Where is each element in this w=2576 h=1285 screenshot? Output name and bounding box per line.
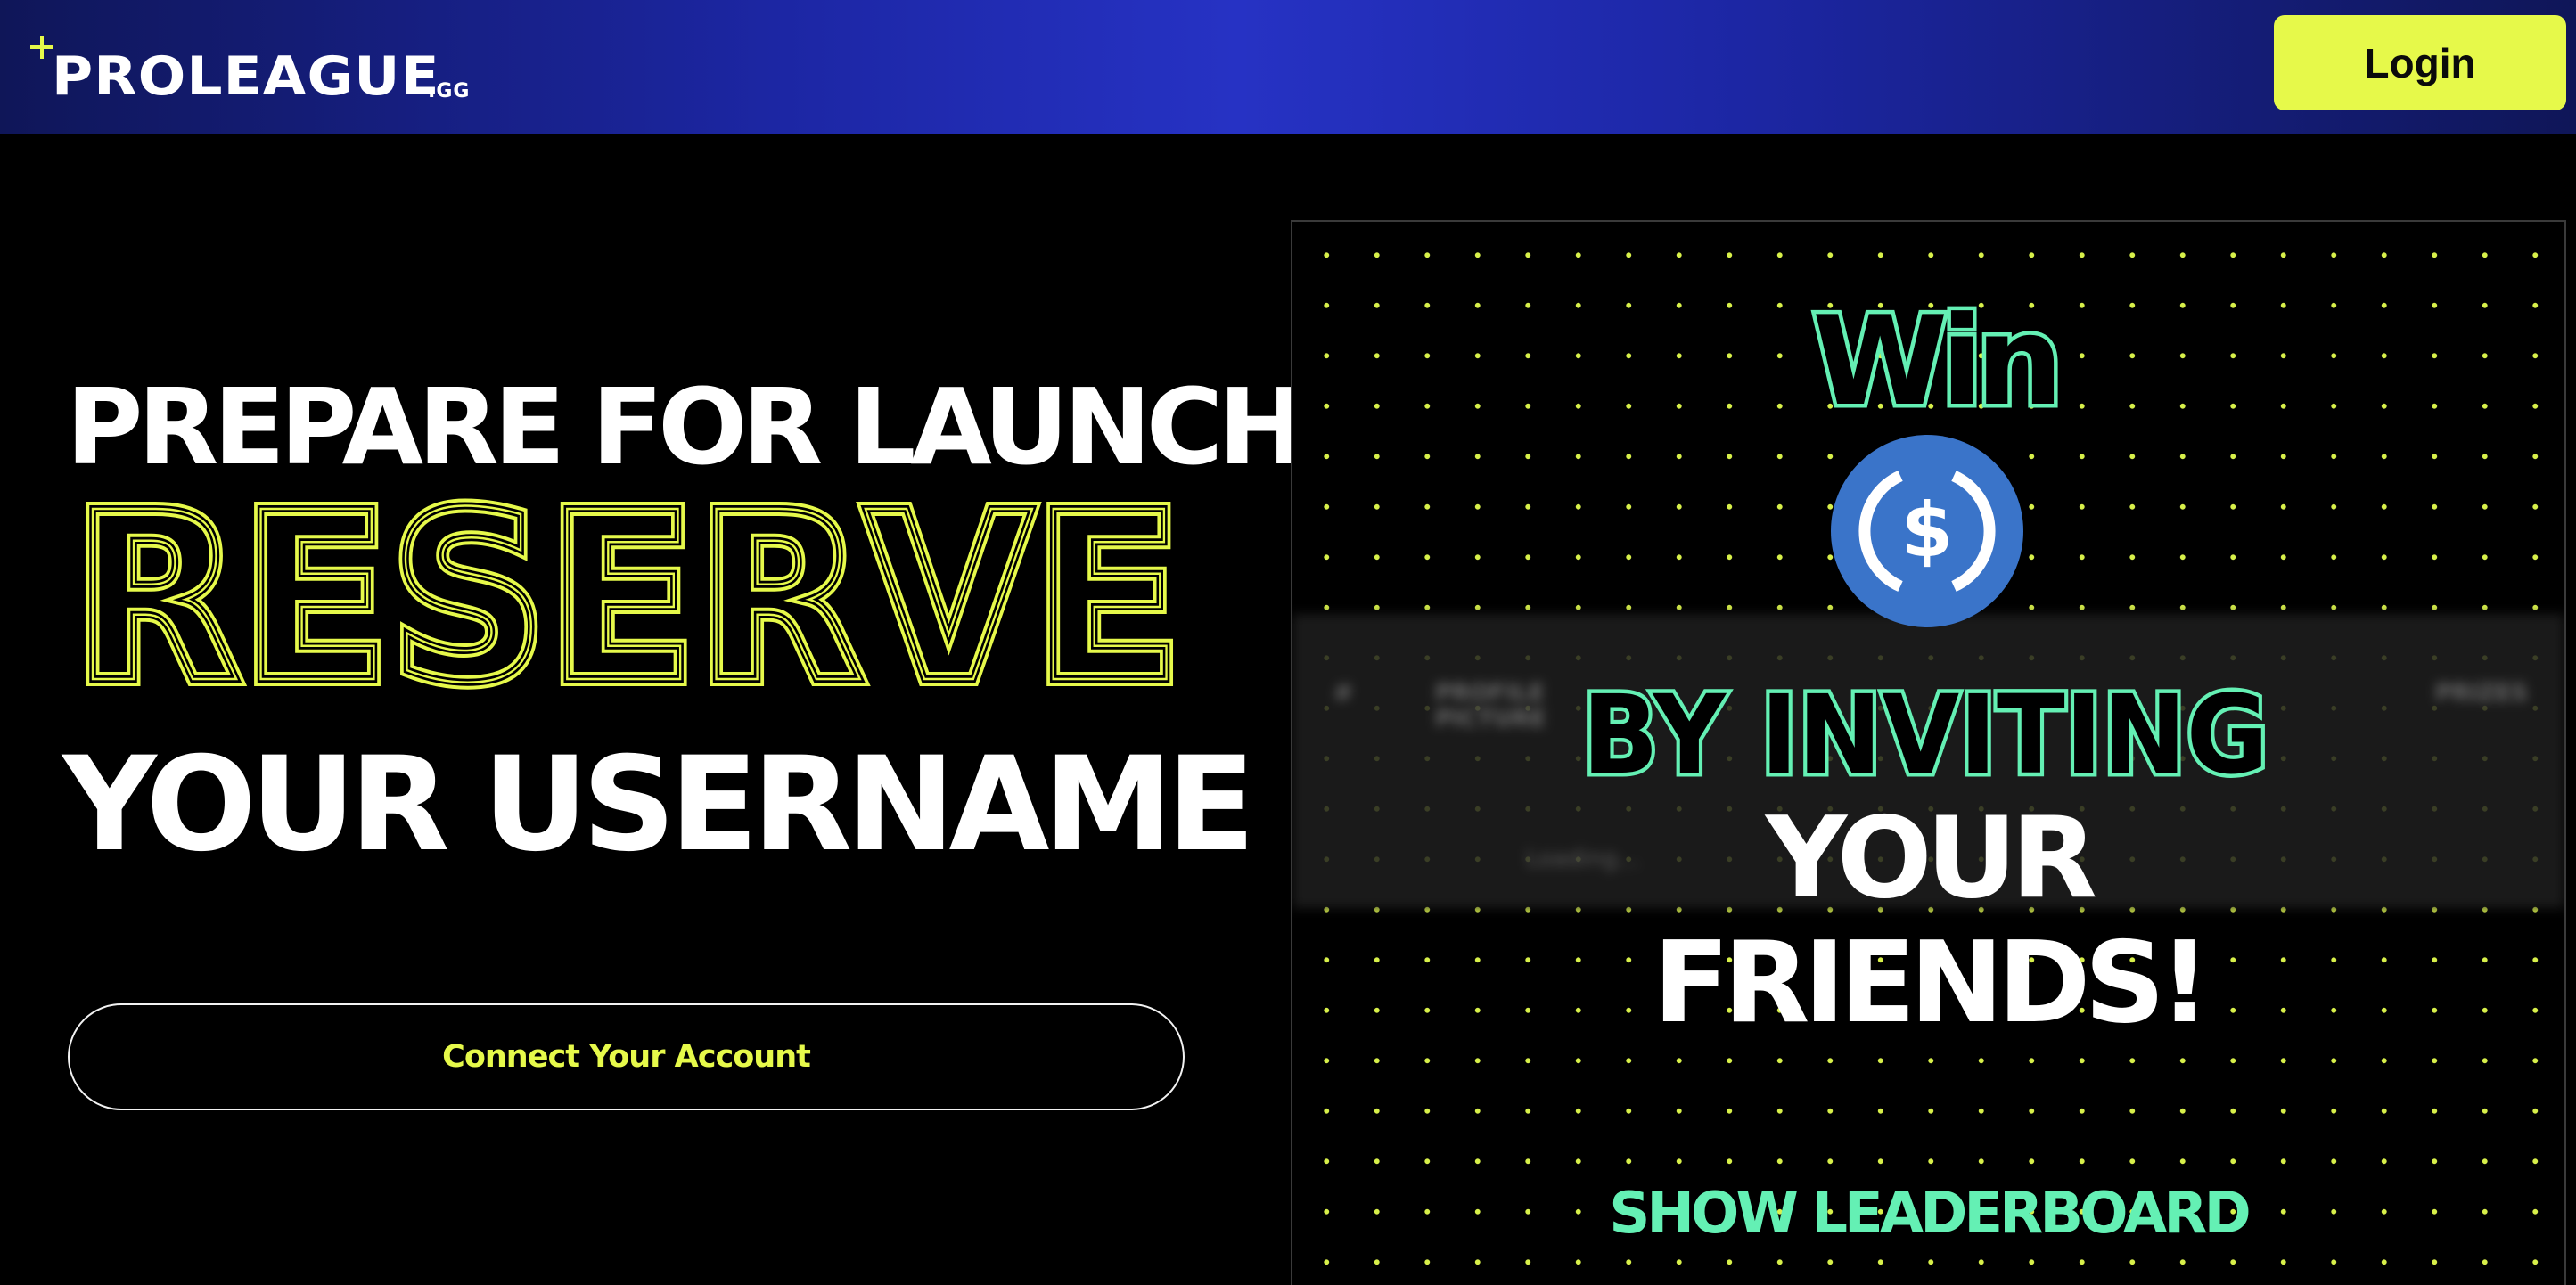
- svg-text:BY INVITING: BY INVITING: [1582, 672, 2268, 798]
- login-button[interactable]: Login: [2274, 15, 2566, 110]
- headline-reserve: RESERVE RESERVE RESERVE: [66, 455, 1190, 741]
- promo-your-text: YOUR: [1765, 792, 2097, 923]
- proleague-logo[interactable]: PROLEAGUE .GG: [25, 30, 471, 110]
- promo-by-inviting-heading: BY INVITING BY INVITING: [1579, 668, 2273, 803]
- show-leaderboard-button[interactable]: SHOW LEADERBOARD: [1291, 1185, 2566, 1242]
- table-header-profile-picture: PROFILE PICTURE: [1435, 680, 1546, 733]
- top-nav-bar: PROLEAGUE .GG Login: [0, 0, 2576, 134]
- usdc-coin-icon: $: [1831, 435, 2023, 627]
- connect-account-button[interactable]: Connect Your Account: [68, 1003, 1185, 1110]
- headline-your-username: YOUR USERNAME: [62, 729, 1256, 880]
- svg-text:Win: Win: [1812, 290, 2056, 433]
- svg-text:RESERVE: RESERVE: [73, 462, 1183, 734]
- promo-friends-text: FRIENDS!: [1653, 917, 2210, 1048]
- promo-win-heading: Win Win: [1809, 286, 2068, 438]
- svg-text:$: $: [1901, 487, 1953, 574]
- table-header-prizes: PRIZES: [2435, 680, 2529, 707]
- logo-wordmark: PROLEAGUE: [52, 45, 440, 108]
- logo-domain-suffix: .GG: [428, 80, 471, 102]
- table-header-rank: #: [1333, 680, 1353, 707]
